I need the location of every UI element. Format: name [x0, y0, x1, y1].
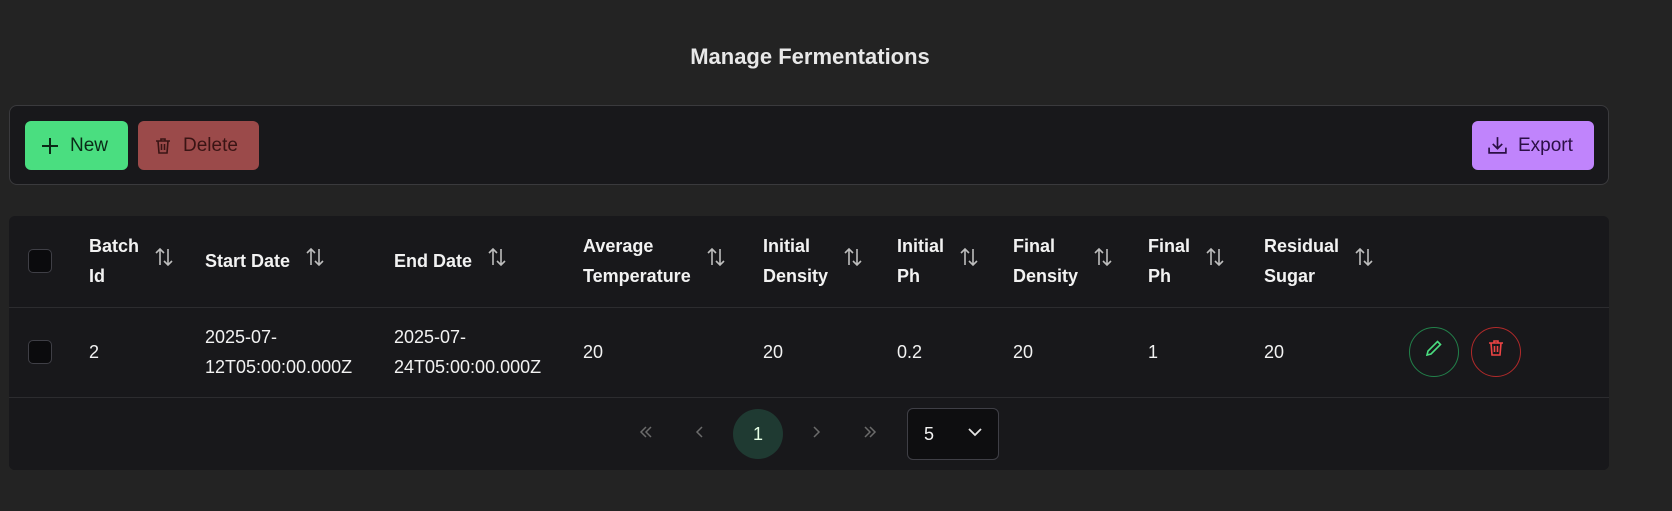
column-header-label: Residual — [1264, 236, 1340, 257]
export-button[interactable]: Export — [1472, 121, 1594, 170]
delete-button-label: Delete — [183, 134, 238, 156]
double-chevron-left-icon — [637, 423, 655, 446]
cell-initial-ph: 0.2 — [897, 342, 923, 362]
column-header-label: Density — [1013, 266, 1079, 287]
sort-icon[interactable] — [304, 246, 326, 277]
prev-page-button[interactable] — [673, 409, 727, 459]
sort-icon[interactable] — [842, 246, 864, 277]
column-header-initial-density[interactable]: Initial Density — [763, 216, 897, 307]
sort-icon[interactable] — [153, 246, 175, 277]
cell-initial-density: 20 — [763, 342, 784, 362]
sort-icon[interactable] — [1092, 246, 1114, 277]
edit-button[interactable] — [1409, 327, 1459, 377]
sort-icon[interactable] — [958, 246, 980, 277]
sort-icon[interactable] — [705, 246, 727, 277]
rows-per-page-value: 5 — [924, 423, 935, 444]
cell-final-ph: 1 — [1148, 342, 1159, 362]
column-header-label: Id — [89, 266, 105, 287]
rows-per-page-dropdown[interactable]: 5 — [907, 408, 999, 460]
column-header-label: Final — [1148, 236, 1191, 257]
page-title: Manage Fermentations — [690, 44, 930, 69]
column-header-label: Initial — [763, 236, 811, 257]
paginator: 1 5 — [9, 398, 1609, 470]
next-page-button[interactable] — [789, 409, 843, 459]
trash-icon — [1486, 337, 1506, 367]
column-header-final-density[interactable]: Final Density — [1013, 216, 1148, 307]
column-header-batch-id[interactable]: Batch Id — [89, 216, 205, 307]
chevron-left-icon — [691, 423, 709, 446]
cell-final-density: 20 — [1013, 342, 1034, 362]
column-header-label: Density — [763, 266, 829, 287]
sort-icon[interactable] — [1204, 246, 1226, 277]
column-header-label: Initial — [897, 236, 945, 257]
column-header-final-ph[interactable]: Final Ph — [1148, 216, 1264, 307]
sort-icon[interactable] — [1353, 246, 1375, 277]
cell-batch-id: 2 — [89, 342, 100, 362]
select-all-checkbox[interactable] — [28, 249, 52, 274]
column-header-label: Final — [1013, 236, 1056, 257]
row-actions — [1409, 327, 1609, 377]
cell-text: 12T05:00:00.000Z — [205, 357, 353, 377]
chevron-down-icon — [966, 423, 984, 446]
cell-residual-sugar: 20 — [1264, 342, 1285, 362]
download-icon — [1487, 135, 1508, 156]
column-header-label: Ph — [1148, 266, 1172, 287]
cell-average-temperature: 20 — [583, 342, 604, 362]
double-chevron-right-icon — [861, 423, 879, 446]
column-header-label: End Date — [394, 251, 473, 272]
cell-text: 24T05:00:00.000Z — [394, 357, 542, 377]
row-checkbox[interactable] — [28, 340, 52, 364]
new-button[interactable]: New — [25, 121, 128, 170]
cell-end-date: 2025-07- 24T05:00:00.000Z — [394, 307, 583, 397]
first-page-button[interactable] — [619, 409, 673, 459]
export-button-label: Export — [1518, 134, 1573, 156]
column-header-residual-sugar[interactable]: Residual Sugar — [1264, 216, 1409, 307]
table-header-row: Batch Id Start Date End Date Average Tempe… — [9, 216, 1609, 307]
page-1-button[interactable]: 1 — [733, 409, 783, 459]
toolbar: New Delete Export — [9, 105, 1609, 185]
column-header-label: Batch — [89, 236, 140, 257]
new-button-label: New — [70, 134, 109, 156]
sort-icon[interactable] — [486, 246, 508, 277]
delete-button[interactable]: Delete — [138, 121, 259, 170]
column-header-end-date[interactable]: End Date — [394, 216, 583, 307]
table-row: 2 2025-07- 12T05:00:00.000Z 2025-07- 24T05… — [9, 307, 1609, 397]
cell-text: 2025-07- — [394, 327, 467, 347]
column-header-label: Start Date — [205, 251, 291, 272]
pencil-icon — [1424, 337, 1444, 367]
column-header-label: Temperature — [583, 266, 691, 287]
cell-text: 2025-07- — [205, 327, 278, 347]
chevron-right-icon — [807, 423, 825, 446]
cell-start-date: 2025-07- 12T05:00:00.000Z — [205, 307, 394, 397]
last-page-button[interactable] — [843, 409, 897, 459]
column-header-label: Sugar — [1264, 266, 1316, 287]
column-header-start-date[interactable]: Start Date — [205, 216, 394, 307]
column-header-initial-ph[interactable]: Initial Ph — [897, 216, 1013, 307]
plus-icon — [40, 136, 60, 156]
column-header-label: Ph — [897, 266, 921, 287]
trash-icon — [153, 136, 173, 156]
column-header-average-temperature[interactable]: Average Temperature — [583, 216, 763, 307]
column-header-label: Average — [583, 236, 654, 257]
row-delete-button[interactable] — [1471, 327, 1521, 377]
fermentations-table: Batch Id Start Date End Date Average Tempe… — [9, 216, 1609, 470]
